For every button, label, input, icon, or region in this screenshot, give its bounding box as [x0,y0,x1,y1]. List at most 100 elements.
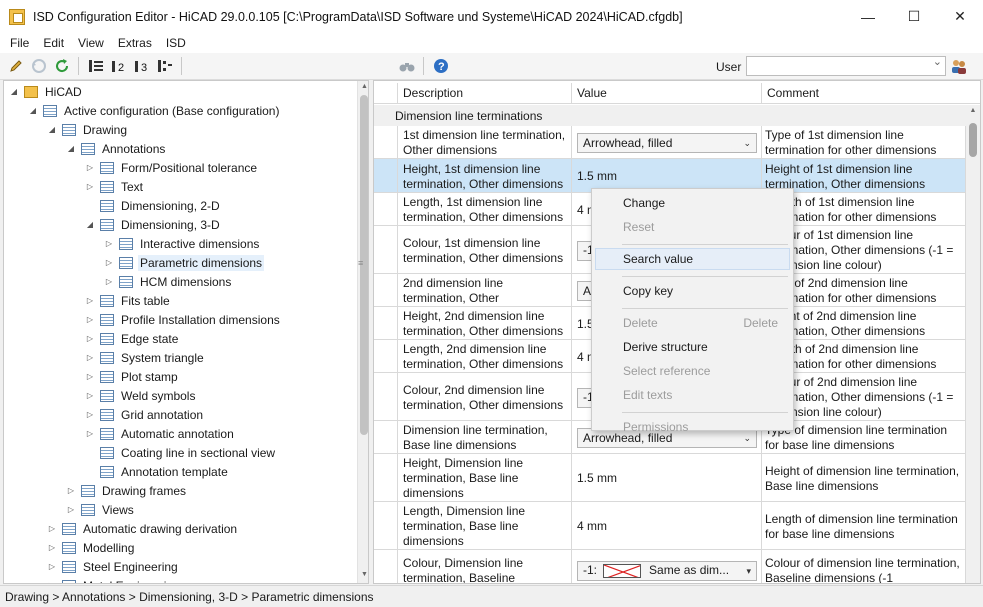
row-header[interactable] [374,274,398,306]
tree-item-plot-stamp[interactable]: ▷ Plot stamp [84,367,180,386]
tree-item-interactive-dimensions[interactable]: ▷ Interactive dimensions [103,234,261,253]
menu-extras[interactable]: Extras [111,36,159,50]
column-header-value[interactable]: Value [572,83,762,104]
tree-item-weld-symbols[interactable]: ▷ Weld symbols [84,386,197,405]
row-header[interactable] [374,226,398,273]
close-button[interactable]: ✕ [937,0,983,33]
maximize-button[interactable]: ☐ [891,0,937,33]
expand-icon[interactable]: ▷ [84,391,96,400]
tree-item-automatic-annotation[interactable]: ▷ Automatic annotation [84,424,236,443]
users-icon[interactable] [950,57,968,75]
tree-item-annotations[interactable]: ◢ Annotations [65,139,167,158]
row-header[interactable] [374,126,398,158]
tree-item-dimensioning-3-d[interactable]: ◢ Dimensioning, 3-D [84,215,222,234]
minimize-button[interactable]: — [845,0,891,33]
expand-icon[interactable]: ▷ [84,410,96,419]
expand-icon[interactable]: ▷ [46,562,58,571]
column-header-description[interactable]: Description [398,83,572,104]
grid-scrollbar[interactable]: ▲ [966,105,980,583]
tree-item-annotation-template[interactable]: Annotation template [84,462,230,481]
tree-item-coating-line-in-sectional-view[interactable]: Coating line in sectional view [84,443,277,462]
expand-icon[interactable]: ▷ [65,486,77,495]
tree-item-drawing-frames[interactable]: ▷ Drawing frames [65,481,188,500]
expand-icon[interactable]: ▷ [84,334,96,343]
user-select[interactable] [746,55,946,76]
expand-icon[interactable]: ▷ [84,353,96,362]
row-header[interactable] [374,307,398,339]
value-dropdown[interactable]: Arrowhead, filled ⌄ [577,133,757,153]
menu-view[interactable]: View [71,36,111,50]
expand-icon[interactable]: ▷ [46,581,58,583]
collapse-icon[interactable]: ◢ [65,144,77,153]
scroll-up-icon[interactable]: ▲ [966,107,980,114]
tree-item-metal-engineering[interactable]: ▷ Metal Engineering [46,576,182,583]
collapse-icon[interactable]: ◢ [27,106,39,115]
tree-item-text[interactable]: ▷ Text [84,177,145,196]
collapse-icon[interactable]: ◢ [84,220,96,229]
scroll-up-icon[interactable]: ▲ [358,83,368,90]
row-header[interactable] [374,373,398,420]
table-row[interactable]: 1st dimension line termination, Other di… [374,126,966,159]
expand-icon[interactable]: ▷ [103,258,115,267]
table-row[interactable]: Colour, Dimension line termination, Base… [374,550,966,583]
colour-dropdown[interactable]: -1: Same as dim... ▾ [577,560,757,581]
collapse-icon[interactable]: ◢ [46,125,58,134]
row-header[interactable] [374,340,398,372]
refresh-icon[interactable] [51,55,73,77]
expand-icon[interactable]: ▷ [103,277,115,286]
expand-icon[interactable]: ▷ [65,505,77,514]
expand-icon[interactable]: ▷ [84,372,96,381]
row-header[interactable] [374,193,398,225]
context-item-change[interactable]: Change [595,192,790,214]
menu-edit[interactable]: Edit [36,36,71,50]
row-header[interactable] [374,502,398,549]
help-icon[interactable]: ? [430,55,452,77]
expand-icon[interactable]: ▷ [84,182,96,191]
expand-all-icon[interactable] [154,55,176,77]
binoculars-icon[interactable] [396,55,418,77]
collapse-icon[interactable]: ◢ [8,87,20,96]
tree-item-parametric-dimensions[interactable]: ▷ Parametric dimensions [103,253,265,272]
tree-item-active-configuration-base-configuration[interactable]: ◢ Active configuration (Base configuratio… [27,101,281,120]
scroll-down-icon[interactable]: ▼ [358,571,368,578]
tree-item-system-triangle[interactable]: ▷ System triangle [84,348,206,367]
context-item-derive-structure[interactable]: Derive structure [595,336,790,358]
tree-item-automatic-drawing-derivation[interactable]: ▷ Automatic drawing derivation [46,519,239,538]
expand-icon[interactable]: ▷ [84,296,96,305]
expand-icon[interactable]: ▷ [84,315,96,324]
tree-scrollbar[interactable]: ▲ ▼ [357,81,368,583]
menu-file[interactable]: File [3,36,36,50]
tree-item-modelling[interactable]: ▷ Modelling [46,538,136,557]
tree-item-grid-annotation[interactable]: ▷ Grid annotation [84,405,205,424]
value-cell[interactable]: 1.5 mm [572,454,762,501]
table-row[interactable]: Length, Dimension line termination, Base… [374,502,966,550]
row-header[interactable] [374,421,398,453]
column-header-comment[interactable]: Comment [762,83,980,104]
tree-item-dimensioning-2-d[interactable]: Dimensioning, 2-D [84,196,222,215]
expand-icon[interactable]: ▷ [46,543,58,552]
expand-icon[interactable]: ▷ [46,524,58,533]
menu-isd[interactable]: ISD [159,36,193,50]
undo-icon[interactable] [28,55,50,77]
context-item-copy-key[interactable]: Copy key [595,280,790,302]
tree-item-form-positional-tolerance[interactable]: ▷ Form/Positional tolerance [84,158,259,177]
value-cell[interactable]: Arrowhead, filled ⌄ [572,126,762,158]
tree-level-3-icon[interactable]: 3 [131,55,153,77]
config-tree[interactable]: ◢ HiCAD ◢ Active configuration (Base config… [3,80,369,584]
context-item-search-value[interactable]: Search value [595,248,790,270]
tree-item-profile-installation-dimensions[interactable]: ▷ Profile Installation dimensions [84,310,282,329]
value-cell[interactable]: -1: Same as dim... ▾ [572,550,762,583]
pencil-icon[interactable] [5,55,27,77]
tree-item-hcm-dimensions[interactable]: ▷ HCM dimensions [103,272,233,291]
tree-item-views[interactable]: ▷ Views [65,500,136,519]
tree-item-edge-state[interactable]: ▷ Edge state [84,329,180,348]
tree-level-1-icon[interactable] [85,55,107,77]
row-header[interactable] [374,550,398,583]
splitter-grip-icon[interactable]: ≡ [358,258,363,268]
table-row[interactable]: Height, Dimension line termination, Base… [374,454,966,502]
grid-scroll-thumb[interactable] [969,123,977,157]
row-header[interactable] [374,159,398,192]
tree-level-2-icon[interactable]: 2 [108,55,130,77]
tree-item-drawing[interactable]: ◢ Drawing [46,120,129,139]
expand-icon[interactable]: ▷ [84,429,96,438]
